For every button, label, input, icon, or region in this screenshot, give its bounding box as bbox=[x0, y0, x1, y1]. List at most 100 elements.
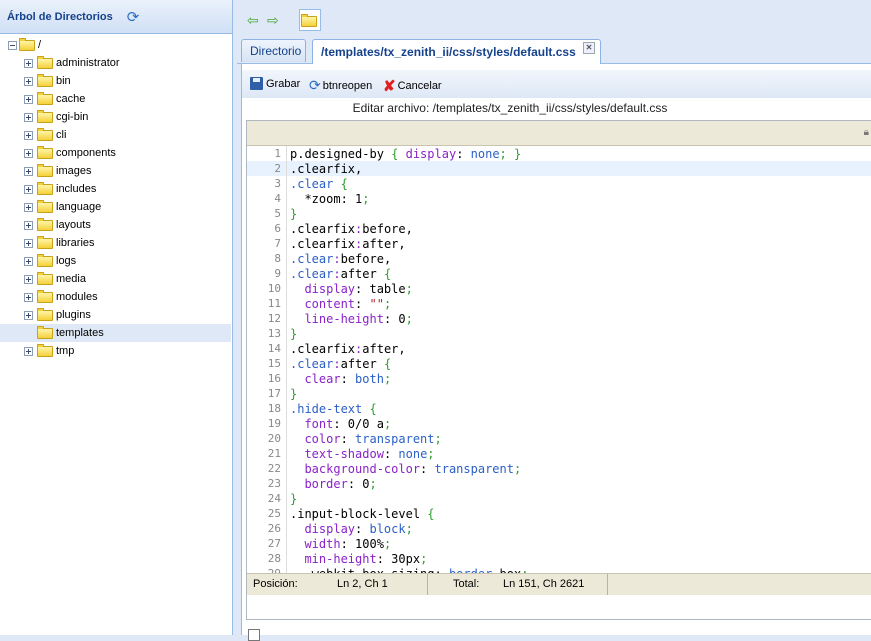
folder-icon bbox=[37, 55, 53, 69]
expand-icon[interactable] bbox=[24, 256, 33, 266]
tree-item-bin[interactable]: bin bbox=[0, 72, 231, 90]
code-line[interactable]: 3 .clear { bbox=[247, 176, 871, 191]
code-area[interactable]: 1 p.designed-by { display: none; } 2 .clear… bbox=[247, 146, 871, 573]
code-line[interactable]: 22 background-color: transparent; bbox=[247, 461, 871, 476]
line-number: 18 bbox=[247, 401, 287, 416]
expand-icon[interactable] bbox=[24, 274, 33, 284]
code-text: .clear:after { bbox=[290, 266, 392, 281]
code-text: display: block; bbox=[304, 521, 413, 536]
tree-item-images[interactable]: images bbox=[0, 162, 231, 180]
cancel-button[interactable]: ✘ Cancelar bbox=[383, 77, 442, 95]
tree-root[interactable]: / bbox=[0, 36, 231, 54]
code-editor[interactable]: 🔒︎ 1 p.designed-by { display: none; } 2 .cl… bbox=[246, 120, 871, 620]
open-folder-button[interactable] bbox=[299, 9, 321, 31]
folder-icon bbox=[301, 14, 317, 27]
expand-icon[interactable] bbox=[24, 94, 33, 104]
line-number: 16 bbox=[247, 371, 287, 386]
code-line[interactable]: 26 display: block; bbox=[247, 521, 871, 536]
tree-item-language[interactable]: language bbox=[0, 198, 231, 216]
code-line[interactable]: 21 text-shadow: none; bbox=[247, 446, 871, 461]
directory-tree-panel: Árbol de Directorios ⟳ / administrator bin… bbox=[0, 0, 233, 635]
expand-icon[interactable] bbox=[24, 166, 33, 176]
tree-item-label: media bbox=[56, 273, 86, 285]
tab-file[interactable]: /templates/tx_zenith_ii/css/styles/defau… bbox=[312, 39, 601, 64]
close-icon[interactable]: ✕ bbox=[583, 42, 595, 54]
code-line[interactable]: 13} bbox=[247, 326, 871, 341]
code-text: *zoom: 1; bbox=[290, 191, 370, 206]
expand-icon[interactable] bbox=[24, 238, 33, 248]
code-line[interactable]: 25 .input-block-level { bbox=[247, 506, 871, 521]
tree-item-libraries[interactable]: libraries bbox=[0, 234, 231, 252]
code-line[interactable]: 16 clear: both; bbox=[247, 371, 871, 386]
folder-icon bbox=[37, 163, 53, 177]
collapse-icon[interactable] bbox=[8, 40, 17, 50]
code-line[interactable]: 9 .clear:after { bbox=[247, 266, 871, 281]
expand-icon[interactable] bbox=[24, 202, 33, 212]
code-line[interactable]: 23 border: 0; bbox=[247, 476, 871, 491]
code-line[interactable]: 29 -webkit-box-sizing: border-box; bbox=[247, 566, 871, 573]
expand-icon[interactable] bbox=[24, 148, 33, 158]
bottom-checkbox[interactable] bbox=[248, 629, 260, 641]
code-line[interactable]: 5} bbox=[247, 206, 871, 221]
code-line[interactable]: 4 *zoom: 1; bbox=[247, 191, 871, 206]
back-arrow-icon[interactable]: ⇦ bbox=[247, 12, 259, 29]
tree-item-logs[interactable]: logs bbox=[0, 252, 231, 270]
code-line[interactable]: 17} bbox=[247, 386, 871, 401]
code-line[interactable]: 1 p.designed-by { display: none; } bbox=[247, 146, 871, 161]
tree-item-tmp[interactable]: tmp bbox=[0, 342, 231, 360]
tree-item-includes[interactable]: includes bbox=[0, 180, 231, 198]
code-line[interactable]: 14 .clearfix:after, bbox=[247, 341, 871, 356]
line-number: 10 bbox=[247, 281, 287, 296]
line-number: 11 bbox=[247, 296, 287, 311]
tree-item-administrator[interactable]: administrator bbox=[0, 54, 231, 72]
expand-icon[interactable] bbox=[24, 184, 33, 194]
tree-item-cli[interactable]: cli bbox=[0, 126, 231, 144]
code-line[interactable]: 20 color: transparent; bbox=[247, 431, 871, 446]
tab-directorio[interactable]: Directorio bbox=[241, 39, 306, 62]
tree-item-layouts[interactable]: layouts bbox=[0, 216, 231, 234]
expand-icon[interactable] bbox=[24, 130, 33, 140]
tree-item-plugins[interactable]: plugins bbox=[0, 306, 231, 324]
tree-item-cache[interactable]: cache bbox=[0, 90, 231, 108]
code-line[interactable]: 11 content: ""; bbox=[247, 296, 871, 311]
expand-icon[interactable] bbox=[24, 310, 33, 320]
code-line[interactable]: 2 .clearfix, bbox=[247, 161, 871, 176]
expand-icon[interactable] bbox=[24, 292, 33, 302]
tree-item-cgi-bin[interactable]: cgi-bin bbox=[0, 108, 231, 126]
line-number: 29 bbox=[247, 566, 287, 573]
tree-item-components[interactable]: components bbox=[0, 144, 231, 162]
code-line[interactable]: 19 font: 0/0 a; bbox=[247, 416, 871, 431]
save-button[interactable]: Grabar bbox=[250, 77, 300, 90]
expand-icon[interactable] bbox=[24, 112, 33, 122]
folder-icon bbox=[37, 109, 53, 123]
code-line[interactable]: 7 .clearfix:after, bbox=[247, 236, 871, 251]
expand-icon[interactable] bbox=[24, 58, 33, 68]
tree-item-media[interactable]: media bbox=[0, 270, 231, 288]
reopen-button[interactable]: ⟳ btnreopen bbox=[309, 77, 372, 94]
tree-item-templates[interactable]: templates bbox=[0, 324, 231, 342]
navigation-toolbar: ⇦ ⇨ bbox=[237, 6, 871, 36]
code-line[interactable]: 28 min-height: 30px; bbox=[247, 551, 871, 566]
code-line[interactable]: 10 display: table; bbox=[247, 281, 871, 296]
code-text: font: 0/0 a; bbox=[304, 416, 392, 431]
tree-item-modules[interactable]: modules bbox=[0, 288, 231, 306]
code-line[interactable]: 24} bbox=[247, 491, 871, 506]
line-number: 9 bbox=[247, 266, 287, 281]
expand-icon[interactable] bbox=[24, 76, 33, 86]
code-text: width: 100%; bbox=[304, 536, 392, 551]
code-line[interactable]: 27 width: 100%; bbox=[247, 536, 871, 551]
code-text: .clearfix:before, bbox=[290, 221, 413, 236]
code-line[interactable]: 8 .clear:before, bbox=[247, 251, 871, 266]
forward-arrow-icon[interactable]: ⇨ bbox=[267, 12, 279, 29]
line-number: 12 bbox=[247, 311, 287, 326]
expand-icon[interactable] bbox=[24, 346, 33, 356]
code-line[interactable]: 12 line-height: 0; bbox=[247, 311, 871, 326]
code-line[interactable]: 6 .clearfix:before, bbox=[247, 221, 871, 236]
expand-icon[interactable] bbox=[24, 220, 33, 230]
tree-item-label: components bbox=[56, 147, 116, 159]
code-text: } bbox=[290, 326, 298, 341]
reopen-label: btnreopen bbox=[322, 79, 373, 92]
code-line[interactable]: 18 .hide-text { bbox=[247, 401, 871, 416]
code-line[interactable]: 15 .clear:after { bbox=[247, 356, 871, 371]
refresh-icon[interactable]: ⟳ bbox=[127, 8, 140, 26]
